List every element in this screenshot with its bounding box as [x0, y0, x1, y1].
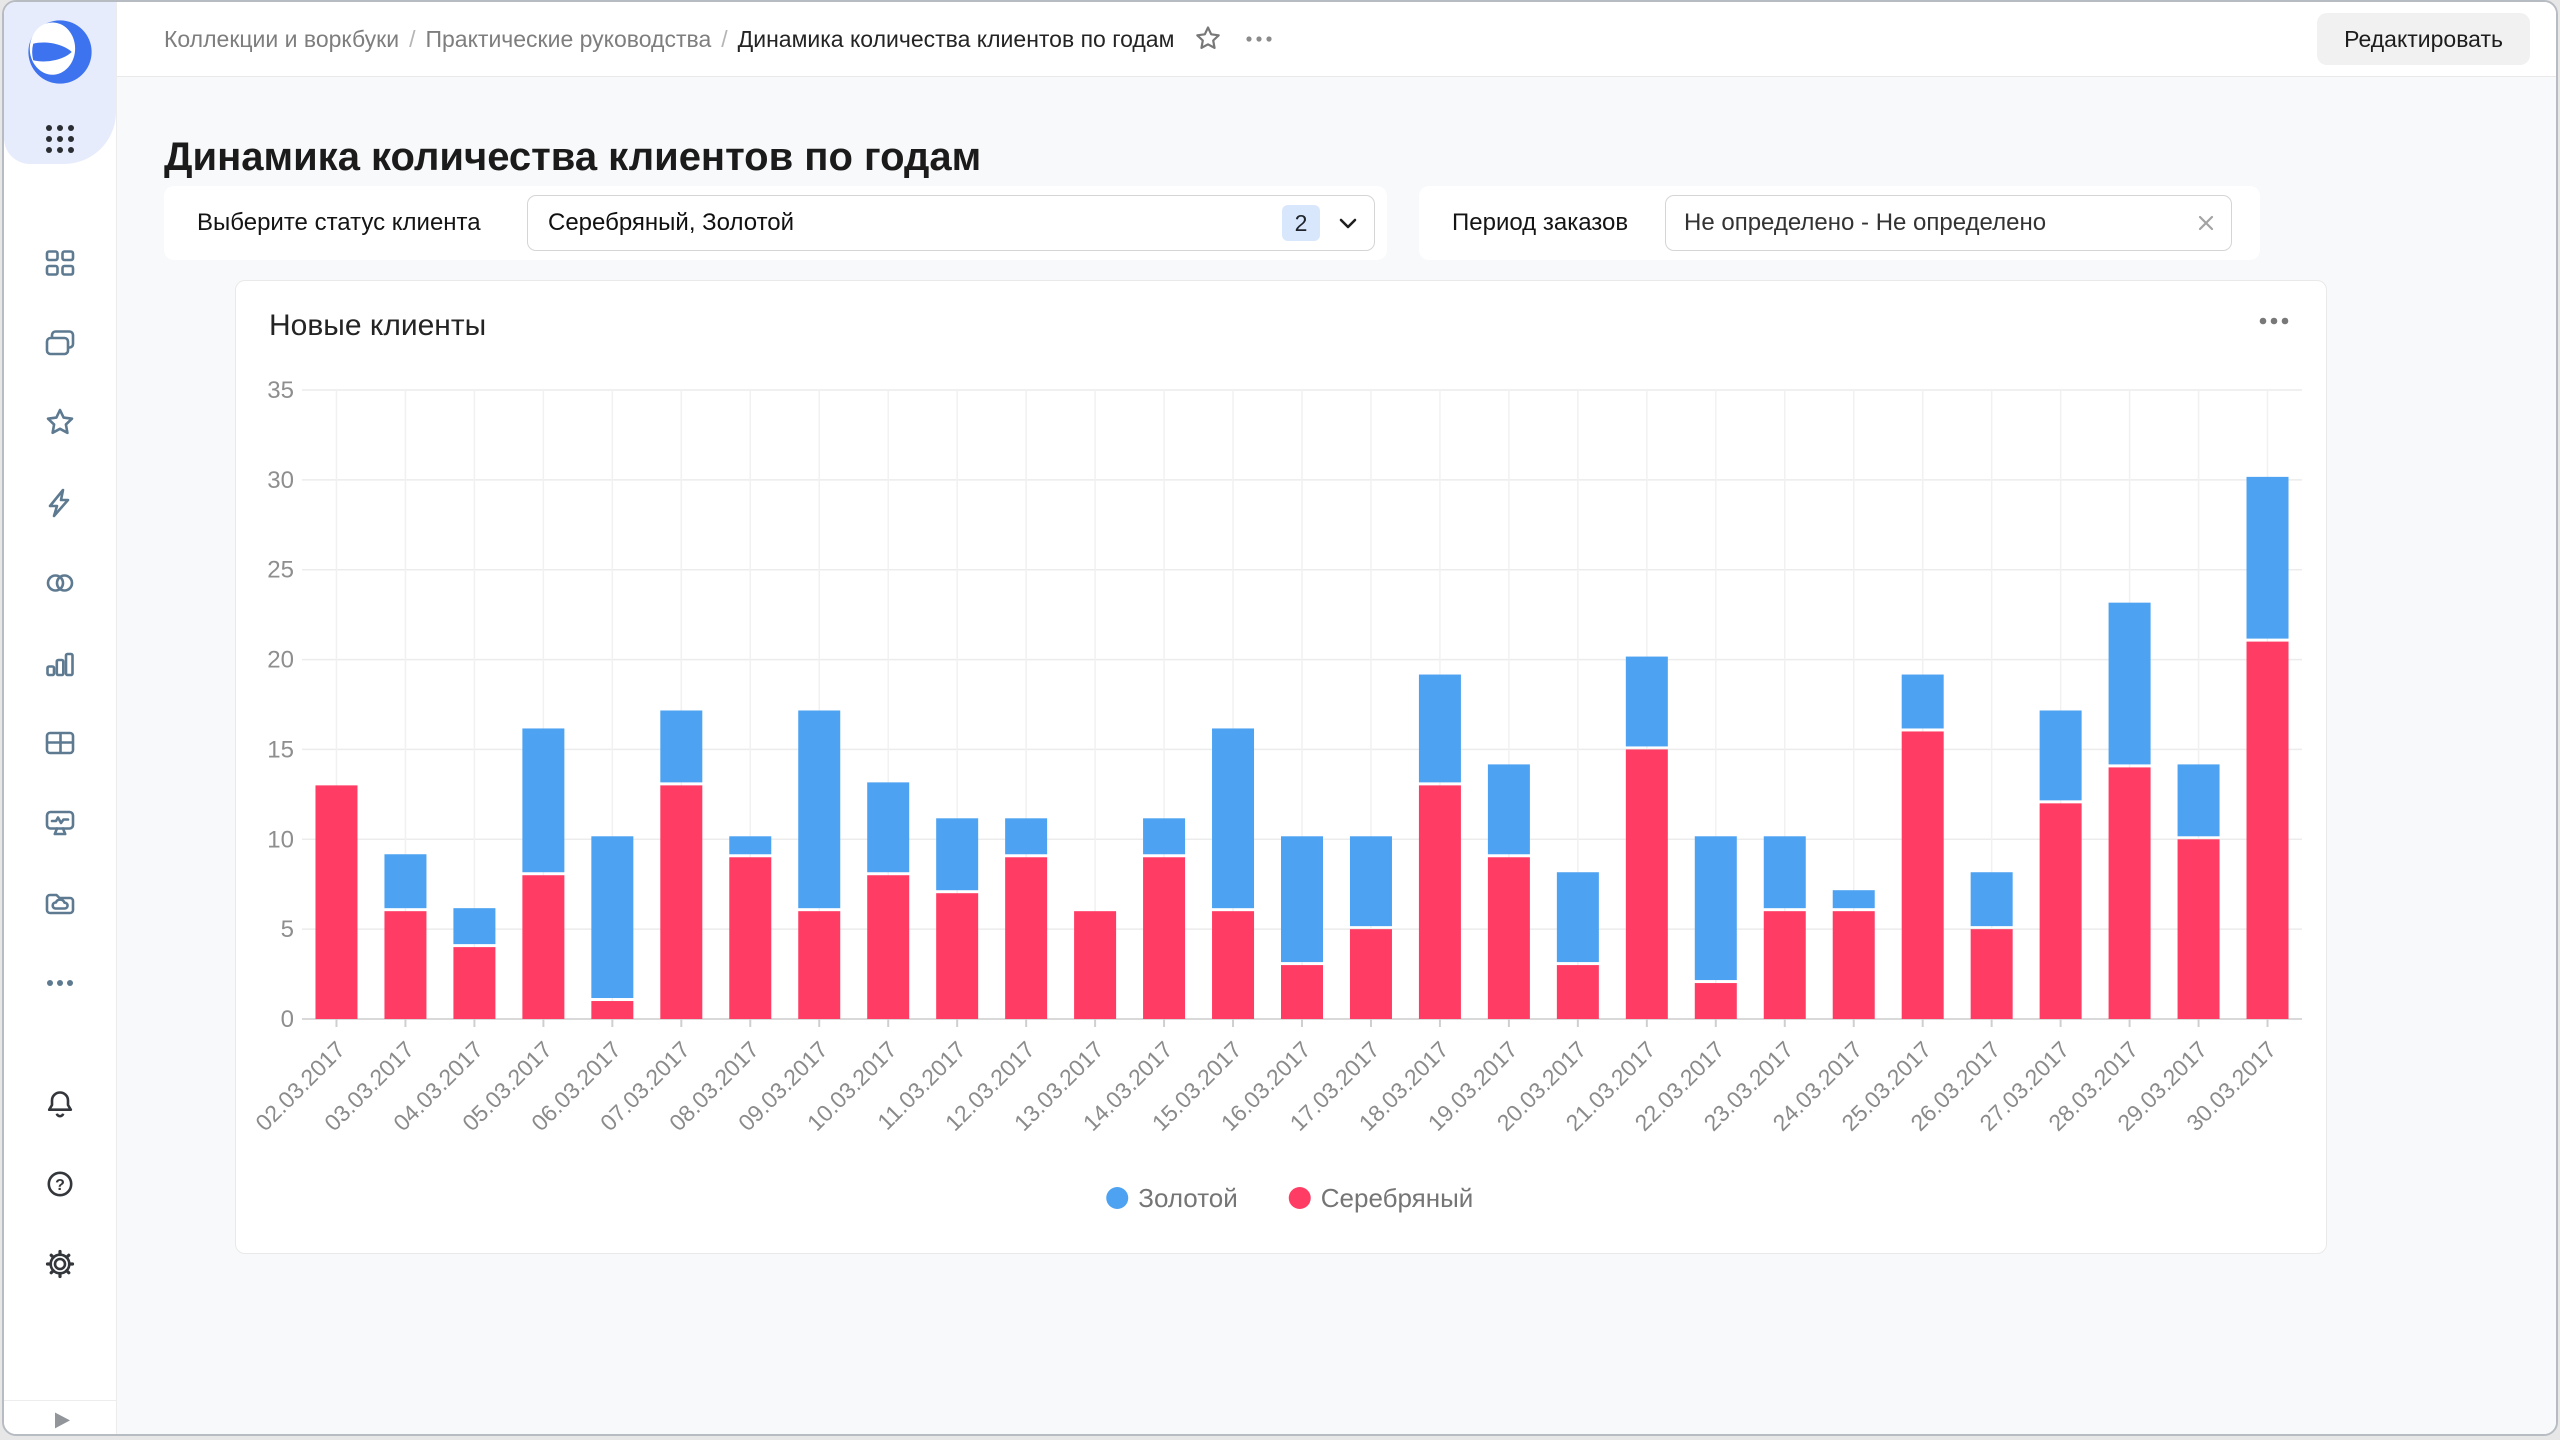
- sidebar-item-favorites[interactable]: [28, 391, 92, 455]
- svg-text:20: 20: [267, 647, 294, 674]
- chart-widget-card: Новые клиенты 0510152025303502.03.201703…: [235, 280, 2327, 1254]
- collections-stack-icon: [42, 325, 78, 361]
- sidebar-item-overview[interactable]: [28, 231, 92, 295]
- svg-text:25: 25: [267, 557, 294, 584]
- play-triangle-icon: [45, 1405, 75, 1435]
- table-icon: [42, 725, 78, 761]
- sidebar-item-tables[interactable]: [28, 711, 92, 775]
- status-count-badge: 2: [1282, 205, 1320, 241]
- filter-period-card: Период заказов Не определено - Не опреде…: [1419, 186, 2260, 260]
- question-circle-icon: ?: [42, 1166, 78, 1202]
- status-select-value: Серебряный, Золотой: [548, 209, 1282, 237]
- sidebar-expand-button[interactable]: [42, 1402, 78, 1436]
- filter-period-label: Период заказов: [1452, 186, 1628, 260]
- sidebar-item-connections[interactable]: [28, 471, 92, 535]
- settings-button[interactable]: [28, 1232, 92, 1296]
- svg-text:0: 0: [281, 1006, 294, 1033]
- folder-cloud-icon: [42, 885, 78, 921]
- sidebar: ?: [4, 2, 117, 1434]
- breadcrumb-more-button[interactable]: [1242, 30, 1276, 48]
- chart-menu-button[interactable]: [2250, 307, 2298, 335]
- svg-text:30: 30: [267, 467, 294, 494]
- favorite-star-button[interactable]: [1192, 23, 1224, 55]
- breadcrumb-current: Динамика количества клиентов по годам: [738, 26, 1175, 53]
- main-area: Коллекции и воркбуки / Практические руко…: [117, 2, 2556, 1434]
- sidebar-item-dashboards[interactable]: [28, 791, 92, 855]
- period-input-value: Не определено - Не определено: [1684, 209, 2193, 237]
- page-title: Динамика количества клиентов по годам: [164, 135, 981, 180]
- filter-status-label: Выберите статус клиента: [197, 186, 481, 260]
- notifications-button[interactable]: [28, 1072, 92, 1136]
- sidebar-bottom-nav: ?: [4, 1072, 116, 1296]
- stacked-bar-chart: 0510152025303502.03.201703.03.201704.03.…: [236, 365, 2326, 1253]
- svg-text:5: 5: [281, 916, 294, 943]
- bar-chart-icon: [42, 645, 78, 681]
- ellipsis-icon: [42, 965, 78, 1001]
- datalens-logo[interactable]: [27, 19, 93, 85]
- apps-menu-button[interactable]: [42, 121, 78, 157]
- sidebar-item-storage[interactable]: [28, 871, 92, 935]
- status-select[interactable]: Серебряный, Золотой 2: [527, 195, 1375, 251]
- lightning-icon: [42, 485, 78, 521]
- sidebar-item-datasets[interactable]: [28, 551, 92, 615]
- sidebar-item-charts[interactable]: [28, 631, 92, 695]
- sidebar-item-collections[interactable]: [28, 311, 92, 375]
- chevron-down-icon: [1334, 209, 1362, 237]
- sidebar-item-more[interactable]: [28, 951, 92, 1015]
- apps-grid-icon: [42, 121, 78, 157]
- sidebar-nav: [4, 231, 116, 1015]
- bell-icon: [42, 1086, 78, 1122]
- chart-title: Новые клиенты: [269, 309, 486, 343]
- svg-text:Серебряный: Серебряный: [1321, 1183, 1474, 1213]
- svg-text:35: 35: [267, 377, 294, 404]
- svg-text:?: ?: [55, 1177, 65, 1194]
- edit-button[interactable]: Редактировать: [2317, 13, 2530, 65]
- clear-x-icon[interactable]: [2193, 210, 2219, 236]
- star-icon: [42, 405, 78, 441]
- help-button[interactable]: ?: [28, 1152, 92, 1216]
- gear-icon: [42, 1246, 78, 1282]
- two-circles-icon: [42, 565, 78, 601]
- period-input[interactable]: Не определено - Не определено: [1665, 195, 2232, 251]
- app-window: ? Коллекции и воркбуки / Пра: [2, 0, 2558, 1436]
- svg-text:15: 15: [267, 736, 294, 763]
- breadcrumb: Коллекции и воркбуки / Практические руко…: [164, 26, 1174, 53]
- star-outline-icon: [1192, 23, 1224, 55]
- breadcrumb-separator: /: [409, 26, 415, 53]
- svg-text:10: 10: [267, 826, 294, 853]
- monitor-chart-icon: [42, 805, 78, 841]
- breadcrumb-separator: /: [721, 26, 727, 53]
- svg-text:Золотой: Золотой: [1138, 1183, 1238, 1213]
- breadcrumb-guides[interactable]: Практические руководства: [425, 26, 711, 53]
- ellipsis-icon: [1242, 30, 1276, 48]
- sidebar-footer-divider: [4, 1400, 116, 1401]
- squares-grid-icon: [42, 245, 78, 281]
- ellipsis-icon: [2254, 311, 2294, 331]
- filter-status-card: Выберите статус клиента Серебряный, Золо…: [164, 186, 1387, 260]
- breadcrumb-collections[interactable]: Коллекции и воркбуки: [164, 26, 399, 53]
- datalens-logo-icon: [27, 19, 93, 85]
- top-header: Коллекции и воркбуки / Практические руко…: [117, 2, 2556, 77]
